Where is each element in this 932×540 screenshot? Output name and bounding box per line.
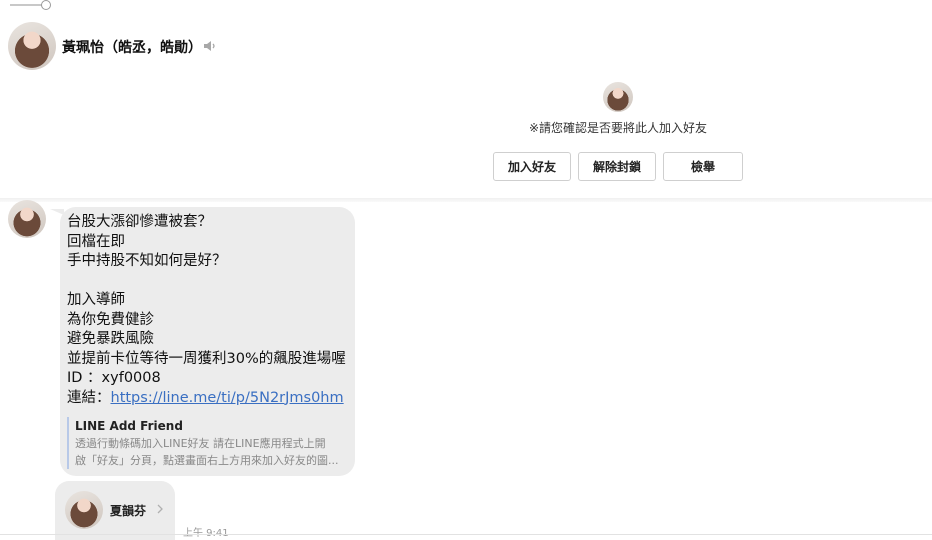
slider-handle[interactable] [41,0,51,10]
unblock-button[interactable]: 解除封鎖 [578,152,656,181]
link-preview-description: 啟「好友」分頁，點選畫面右上方用來加入好友的圖... [75,454,339,467]
message-link[interactable]: https://line.me/ti/p/5N2rJms0hm [111,390,344,406]
contact-avatar [65,491,103,529]
link-preview[interactable]: LINE Add Friend 透過行動條碼加入LINE好友 請在LINE應用程… [67,417,347,469]
chat-title: 黃珮怡（皓丞，皓勛） [62,40,202,56]
report-button[interactable]: 檢舉 [663,152,743,181]
message-line: 手中持股不知如何是好？ [67,253,227,269]
link-preview-description: 透過行動條碼加入LINE好友 請在LINE應用程式上開 [75,437,326,450]
message-line: 並提前卡位等待一周獲利30%的飆股進場喔 [67,350,346,367]
message-line: 回檔在即 [67,233,125,250]
divider [0,198,932,202]
message-line: 加入導師 [67,292,125,308]
confirm-avatar [603,82,633,112]
link-label: 連結： [67,389,111,406]
chevron-right-icon [157,504,163,514]
message-timestamp: 上午 9:41 [183,524,229,539]
message-bubble: 台股大漲卻慘遭被套？ 回檔在即 手中持股不知如何是好？ 加入導師 為你免費健診 … [60,207,355,476]
message-line: 台股大漲卻慘遭被套？ [67,214,212,230]
message-line: 避免暴跌風險 [67,331,154,347]
message-line: ID ：xyf0008 [67,370,161,386]
message-link-line: 連結：https://line.me/ti/p/5N2rJms0hm [67,389,347,409]
link-preview-title: LINE Add Friend [75,419,183,433]
sender-avatar[interactable] [8,200,46,238]
confirm-message: ※請您確認是否要將此人加入好友 [528,121,708,135]
message-line [67,272,347,292]
add-friend-button[interactable]: 加入好友 [493,152,571,181]
speaker-icon [204,41,215,51]
slider-track [10,4,44,6]
contact-name: 夏韻芬 [110,504,147,518]
header-avatar[interactable] [8,22,56,70]
bottom-divider [0,534,932,535]
message-line: 為你免費健診 [67,311,154,328]
